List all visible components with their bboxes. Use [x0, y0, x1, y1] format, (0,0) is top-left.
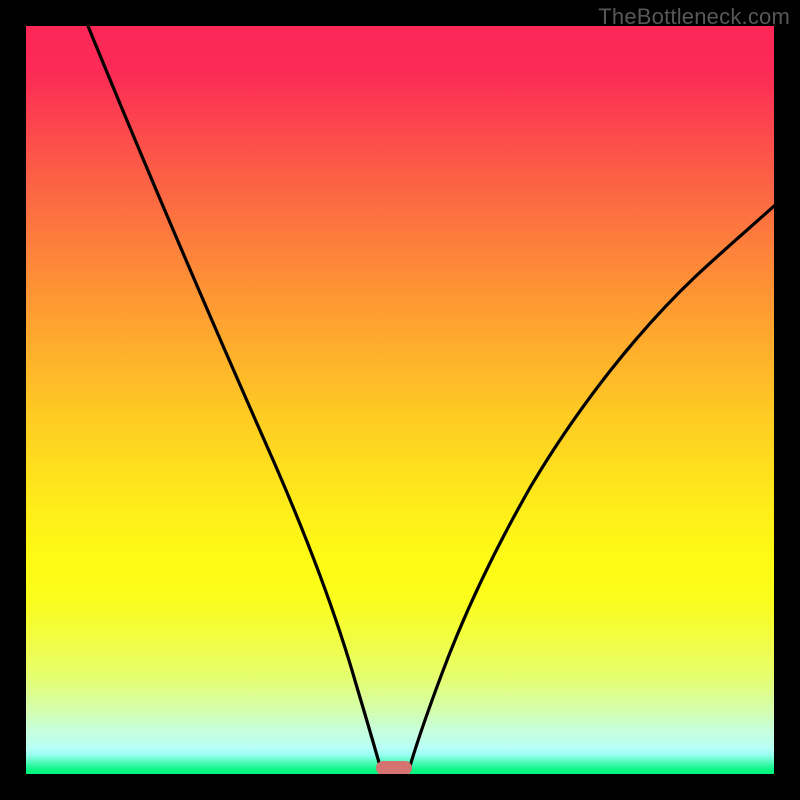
- left-curve: [88, 26, 380, 766]
- right-curve: [410, 206, 774, 766]
- curves-layer: [26, 26, 774, 774]
- outer-frame: TheBottleneck.com: [0, 0, 800, 800]
- minimum-marker: [376, 761, 412, 774]
- plot-area: [26, 26, 774, 774]
- watermark-text: TheBottleneck.com: [598, 4, 790, 30]
